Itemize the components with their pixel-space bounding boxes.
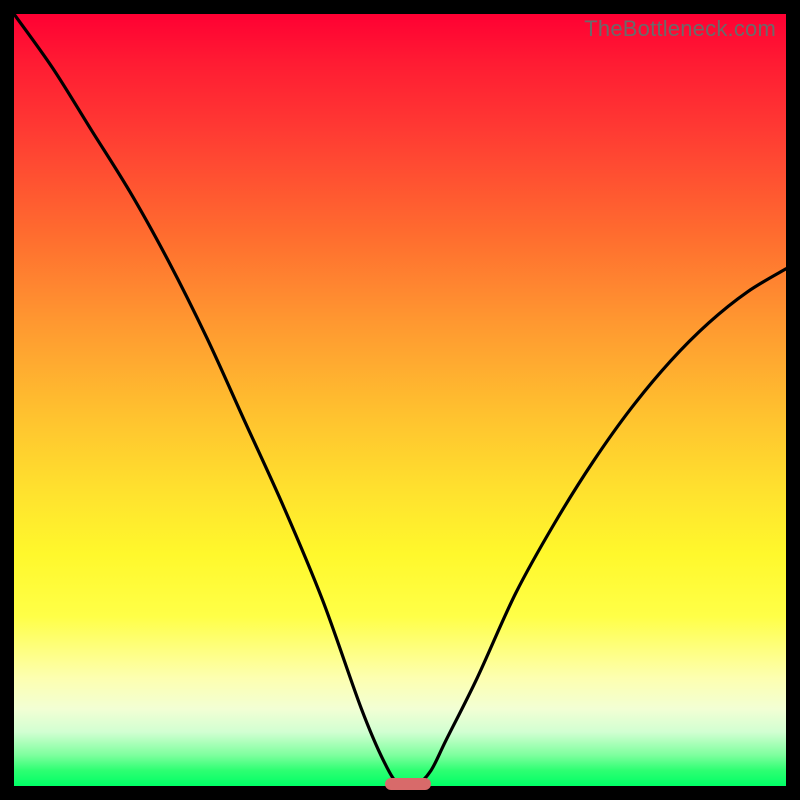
plot-area: TheBottleneck.com <box>14 14 786 786</box>
optimal-range-marker <box>385 778 431 790</box>
chart-frame: TheBottleneck.com <box>0 0 800 800</box>
curve-path <box>14 14 786 786</box>
bottleneck-curve <box>14 14 786 786</box>
